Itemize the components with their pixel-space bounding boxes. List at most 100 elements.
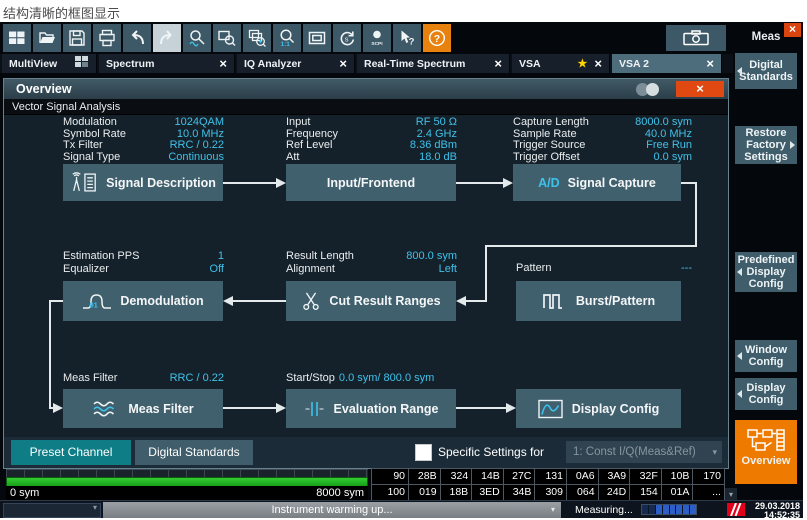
softkey-display-config[interactable]: Display Config — [735, 378, 797, 410]
context-help-button[interactable]: ? — [393, 24, 421, 52]
print-button[interactable] — [93, 24, 121, 52]
tab-close-icon[interactable]: × — [706, 57, 714, 70]
zoom-one-to-one-icon: 1:1 — [278, 29, 296, 47]
hex-cell: 154 — [630, 485, 662, 502]
tab-close-icon[interactable]: × — [494, 57, 502, 70]
tab-close-icon[interactable]: × — [339, 57, 347, 70]
submenu-left-arrow-icon — [737, 268, 742, 276]
signal-description-block[interactable]: Signal Description — [63, 164, 223, 201]
zoom-multi-icon — [248, 29, 266, 47]
hex-cell: 10B — [662, 468, 694, 485]
tab-label: VSA 2 — [619, 58, 649, 70]
hex-cell: 0A6 — [567, 468, 599, 485]
tab-vsa2[interactable]: VSA 2 × — [612, 54, 722, 73]
status-message-dropdown[interactable]: Instrument warming up... ▾ — [103, 502, 561, 518]
block-title: Cut Result Ranges — [329, 294, 440, 308]
windows-grid-button[interactable] — [3, 24, 31, 52]
softkey-digital-standards[interactable]: Digital Standards — [735, 53, 797, 89]
block-title: Signal Description — [106, 176, 216, 190]
submenu-left-arrow-icon — [737, 390, 742, 398]
tab-iq-analyzer[interactable]: IQ Analyzer× — [237, 54, 355, 73]
instrument-screen: 1:1 s SCPI ? ? Meas × MultiView Spectrum… — [0, 22, 803, 518]
svg-text:?: ? — [409, 37, 415, 48]
hex-cell: 28B — [409, 468, 441, 485]
burst-pattern-icon — [542, 291, 568, 311]
dialog-subtitle: Vector Signal Analysis — [4, 99, 728, 115]
status-message: Instrument warming up... — [271, 504, 392, 516]
help-button[interactable]: ? — [423, 24, 451, 52]
tab-spectrum[interactable]: Spectrum× — [99, 54, 235, 73]
submenu-left-arrow-icon — [737, 67, 742, 75]
zoom-signal-button[interactable] — [183, 24, 211, 52]
overview-dialog-header: Overview × — [4, 79, 728, 99]
tab-close-icon[interactable]: × — [594, 57, 602, 70]
scpi-icon: SCPI — [368, 29, 386, 47]
camera-icon — [681, 29, 711, 47]
svg-text:1:1: 1:1 — [281, 41, 291, 47]
window-close-button[interactable]: × — [784, 23, 801, 37]
softkey-label: Predefined Display Config — [738, 254, 795, 290]
zoom-area-button[interactable] — [213, 24, 241, 52]
screenshot-button[interactable] — [666, 25, 726, 51]
save-icon — [68, 29, 86, 47]
burst-pattern-block[interactable]: Burst/Pattern — [516, 281, 681, 321]
tab-vsa[interactable]: VSA★× — [512, 54, 610, 73]
meas-filter-block[interactable]: Meas Filter — [63, 389, 223, 428]
print-icon — [98, 29, 116, 47]
datetime-display: 29.03.2018 14:52:35 — [744, 501, 800, 520]
zoom-signal-icon — [188, 29, 206, 47]
tab-real-time-spectrum[interactable]: Real-Time Spectrum × — [357, 54, 510, 73]
softkey-label: Display Config — [741, 382, 791, 406]
specific-settings-dropdown[interactable]: 1: Const I/Q(Meas&Ref)▾ — [566, 441, 722, 463]
input-frontend-block[interactable]: Input/Frontend — [286, 164, 456, 201]
hex-cell: 18B — [441, 485, 473, 502]
tab-multiview[interactable]: MultiView — [2, 54, 97, 73]
channel-tabbar: MultiView Spectrum× IQ Analyzer× Real-Ti… — [0, 54, 733, 73]
status-left-dropdown[interactable]: ▾ — [3, 503, 101, 518]
time-label: 14:52:35 — [744, 511, 800, 520]
softkey-restore-factory-settings[interactable]: Restore Factory Settings — [735, 126, 797, 164]
evaluation-range-block[interactable]: Evaluation Range — [286, 389, 456, 428]
tab-label: MultiView — [9, 58, 57, 70]
redo-button[interactable] — [153, 24, 181, 52]
demodulation-icon: 01 — [82, 291, 112, 311]
softkey-window-config[interactable]: Window Config — [735, 340, 797, 372]
dialog-title: Overview — [16, 82, 72, 96]
dialog-close-button[interactable]: × — [676, 81, 724, 97]
softkey-overview[interactable]: Overview — [735, 420, 797, 484]
softkey-predefined-display-config[interactable]: Predefined Display Config — [735, 252, 797, 292]
undo-button[interactable] — [123, 24, 151, 52]
digital-standards-button[interactable]: Digital Standards — [135, 440, 253, 465]
dialog-pin-toggle[interactable] — [636, 83, 662, 96]
demodulation-block[interactable]: 01 Demodulation — [63, 281, 223, 321]
hex-cell: 324 — [441, 468, 473, 485]
display-config-block[interactable]: Display Config — [516, 389, 681, 428]
zoom-multi-button[interactable] — [243, 24, 271, 52]
zoom-one-to-one-button[interactable]: 1:1 — [273, 24, 301, 52]
save-button[interactable] — [63, 24, 91, 52]
windows-grid-icon — [8, 29, 26, 47]
softkey-label: Window Config — [741, 344, 791, 368]
pointer-help-icon: ? — [398, 29, 416, 47]
tab-close-icon[interactable]: × — [219, 57, 227, 70]
help-icon: ? — [428, 29, 446, 47]
specific-settings-checkbox[interactable] — [415, 444, 432, 461]
open-file-button[interactable] — [33, 24, 61, 52]
signal-capture-block[interactable]: A/D Signal Capture — [513, 164, 681, 201]
screenshot-stage: 结构清晰的框图显示 1:1 s SCPI ? ? Meas × MultiVie… — [0, 0, 807, 520]
block-title: Burst/Pattern — [576, 294, 655, 308]
cut-result-ranges-block[interactable]: Cut Result Ranges — [286, 281, 456, 321]
redo-icon — [158, 29, 176, 47]
svg-text:01: 01 — [90, 301, 98, 310]
refresh-button[interactable]: s — [333, 24, 361, 52]
hex-cell: ... — [693, 485, 725, 502]
display-frame-button[interactable] — [303, 24, 331, 52]
preset-channel-button[interactable]: Preset Channel — [11, 440, 131, 465]
scpi-button[interactable]: SCPI — [363, 24, 391, 52]
zoom-area-icon — [218, 29, 236, 47]
chevron-down-icon: ▾ — [551, 502, 555, 518]
hex-cell: 14B — [472, 468, 504, 485]
tab-label: Real-Time Spectrum — [364, 58, 465, 70]
display-frame-icon — [308, 29, 326, 47]
measuring-progress-bar — [641, 504, 697, 515]
